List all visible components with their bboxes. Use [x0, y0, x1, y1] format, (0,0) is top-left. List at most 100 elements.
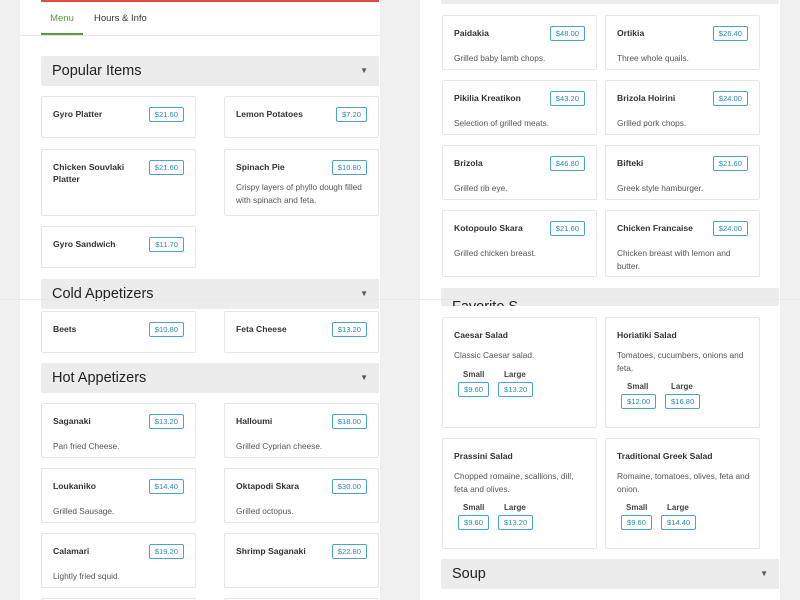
price-large-button[interactable]: $13.20: [498, 515, 534, 530]
menu-item-card[interactable]: Horiatiki Salad Tomatoes, cucumbers, oni…: [605, 317, 760, 428]
price-button[interactable]: $21.60: [549, 221, 585, 236]
section-soup[interactable]: Soup ▼: [441, 559, 779, 589]
item-description: Selection of grilled meats.: [454, 118, 550, 128]
item-name: Horiatiki Salad: [617, 330, 677, 340]
section-grill[interactable]: [441, 0, 779, 4]
price-button[interactable]: $21.60: [712, 156, 748, 171]
price-small-button[interactable]: $9.60: [458, 382, 490, 397]
price-button[interactable]: $21.60: [148, 160, 184, 175]
menu-item-card[interactable]: Loukaniko $14.40 Grilled Sausage.: [41, 468, 196, 523]
menu-item-card[interactable]: Halloumi $18.00 Grilled Cyprian cheese.: [224, 403, 379, 458]
price-button[interactable]: $26.40: [712, 26, 748, 41]
price-button[interactable]: $22.80: [331, 544, 367, 559]
item-name: Chicken Francaise: [617, 223, 693, 233]
size-large-label: Large: [671, 382, 693, 391]
item-description: Crispy layers of phyllo dough filled wit…: [236, 182, 362, 205]
tab-menu[interactable]: Menu: [41, 2, 83, 35]
menu-item-card[interactable]: Gyro Sandwich $11.70: [41, 226, 196, 268]
item-description: Grilled chicken breast.: [454, 248, 537, 258]
menu-item-card[interactable]: Chicken Francaise $24.00 Chicken breast …: [605, 210, 760, 277]
menu-item-card[interactable]: Feta Cheese $13.20: [224, 311, 379, 353]
chevron-down-icon[interactable]: ▼: [360, 363, 368, 393]
price-large-button[interactable]: $14.40: [661, 515, 697, 530]
menu-item-card[interactable]: Oktapodi Skara $30.00 Grilled octopus.: [224, 468, 379, 523]
price-button[interactable]: $13.20: [331, 322, 367, 337]
chevron-down-icon[interactable]: ▼: [360, 56, 368, 86]
price-button[interactable]: $10.80: [148, 322, 184, 337]
price-button[interactable]: $13.20: [148, 414, 184, 429]
item-name: Spinach Pie: [236, 162, 285, 172]
section-hot-appetizers[interactable]: Hot Appetizers ▼: [41, 363, 379, 393]
item-name: Chicken Souvlaki Platter: [53, 162, 125, 184]
price-button[interactable]: $21.60: [148, 107, 184, 122]
size-small-label: Small: [463, 503, 485, 512]
tab-hours-info[interactable]: Hours & Info: [94, 2, 147, 35]
item-name: Caesar Salad: [454, 330, 508, 340]
section-popular-items[interactable]: Popular Items ▼: [41, 56, 379, 86]
price-button[interactable]: $43.20: [549, 91, 585, 106]
price-button[interactable]: $48.00: [549, 26, 585, 41]
price-button[interactable]: $19.20: [148, 544, 184, 559]
menu-item-card[interactable]: Calamari $19.20 Lightly fried squid.: [41, 533, 196, 588]
panel-divider: [0, 299, 800, 300]
size-small-label: Small: [627, 382, 649, 391]
chevron-down-icon[interactable]: ▼: [760, 559, 768, 589]
item-description: Grilled octopus.: [236, 506, 294, 516]
item-name: Gyro Sandwich: [53, 239, 116, 249]
item-description: Chicken breast with lemon and butter.: [617, 248, 731, 271]
menu-tabs: Menu Hours & Info: [20, 2, 380, 36]
section-title: Cold Appetizers: [52, 286, 154, 302]
price-button[interactable]: $18.00: [331, 414, 367, 429]
menu-item-card[interactable]: Traditional Greek Salad Romaine, tomatoe…: [605, 438, 760, 549]
item-name: Brizola Hoirini: [617, 93, 676, 103]
item-description: Grilled Sausage.: [53, 506, 115, 516]
item-description: Tomatoes, cucumbers, onions and feta.: [617, 350, 744, 373]
menu-item-card[interactable]: Ortikia $26.40 Three whole quails.: [605, 15, 760, 70]
size-small-label: Small: [626, 503, 648, 512]
item-name: Halloumi: [236, 416, 273, 426]
item-name: Shrimp Saganaki: [236, 546, 306, 556]
menu-item-card[interactable]: Bifteki $21.60 Greek style hamburger.: [605, 145, 760, 200]
item-name: Ortikia: [617, 28, 645, 38]
menu-item-card[interactable]: Saganaki $13.20 Pan fried Cheese.: [41, 403, 196, 458]
menu-item-card[interactable]: Lemon Potatoes $7.20: [224, 96, 379, 138]
menu-item-card[interactable]: Gyro Platter $21.60: [41, 96, 196, 138]
item-name: Calamari: [53, 546, 90, 556]
price-button[interactable]: $46.80: [549, 156, 585, 171]
menu-item-card[interactable]: Paidakia $48.00 Grilled baby lamb chops.: [442, 15, 597, 70]
item-description: Pan fried Cheese.: [53, 441, 120, 451]
price-button[interactable]: $24.00: [712, 221, 748, 236]
price-button[interactable]: $24.00: [712, 91, 748, 106]
price-large-button[interactable]: $13.20: [498, 382, 534, 397]
item-description: Chopped romaine, scallions, dill, feta a…: [454, 471, 574, 494]
price-button[interactable]: $7.20: [335, 107, 367, 122]
menu-item-card[interactable]: Spinach Pie $10.80 Crispy layers of phyl…: [224, 149, 379, 216]
menu-item-card[interactable]: Prassini Salad Chopped romaine, scallion…: [442, 438, 597, 549]
price-button[interactable]: $14.40: [148, 479, 184, 494]
menu-item-card[interactable]: Beets $10.80: [41, 311, 196, 353]
item-name: Brizola: [454, 158, 483, 168]
item-name: Lemon Potatoes: [236, 109, 303, 119]
section-title: Popular Items: [52, 63, 142, 79]
menu-item-card[interactable]: Kotopoulo Skara $21.60 Grilled chicken b…: [442, 210, 597, 277]
price-button[interactable]: $30.00: [331, 479, 367, 494]
menu-item-card[interactable]: Pikilia Kreatikon $43.20 Selection of gr…: [442, 80, 597, 135]
price-large-button[interactable]: $16.80: [665, 394, 701, 409]
menu-item-card[interactable]: Chicken Souvlaki Platter $21.60: [41, 149, 196, 216]
price-small-button[interactable]: $9.60: [621, 515, 653, 530]
chevron-down-icon[interactable]: ▼: [360, 279, 368, 309]
item-description: Classic Caesar salad.: [454, 350, 535, 360]
size-large-label: Large: [504, 503, 526, 512]
section-favorite-salads[interactable]: Favorite S: [441, 288, 779, 306]
price-small-button[interactable]: $9.60: [458, 515, 490, 530]
menu-item-card[interactable]: Caesar Salad Classic Caesar salad. Small…: [442, 317, 597, 428]
price-small-button[interactable]: $12.00: [621, 394, 657, 409]
item-name: Traditional Greek Salad: [617, 451, 713, 461]
price-button[interactable]: $10.80: [331, 160, 367, 175]
price-button[interactable]: $11.70: [149, 237, 184, 252]
menu-item-card[interactable]: Brizola $46.80 Grilled rib eye.: [442, 145, 597, 200]
menu-item-card[interactable]: Brizola Hoirini $24.00 Grilled pork chop…: [605, 80, 760, 135]
menu-item-card[interactable]: Shrimp Saganaki $22.80: [224, 533, 379, 588]
item-name: Paidakia: [454, 28, 489, 38]
section-cold-appetizers[interactable]: Cold Appetizers ▼: [41, 279, 379, 309]
